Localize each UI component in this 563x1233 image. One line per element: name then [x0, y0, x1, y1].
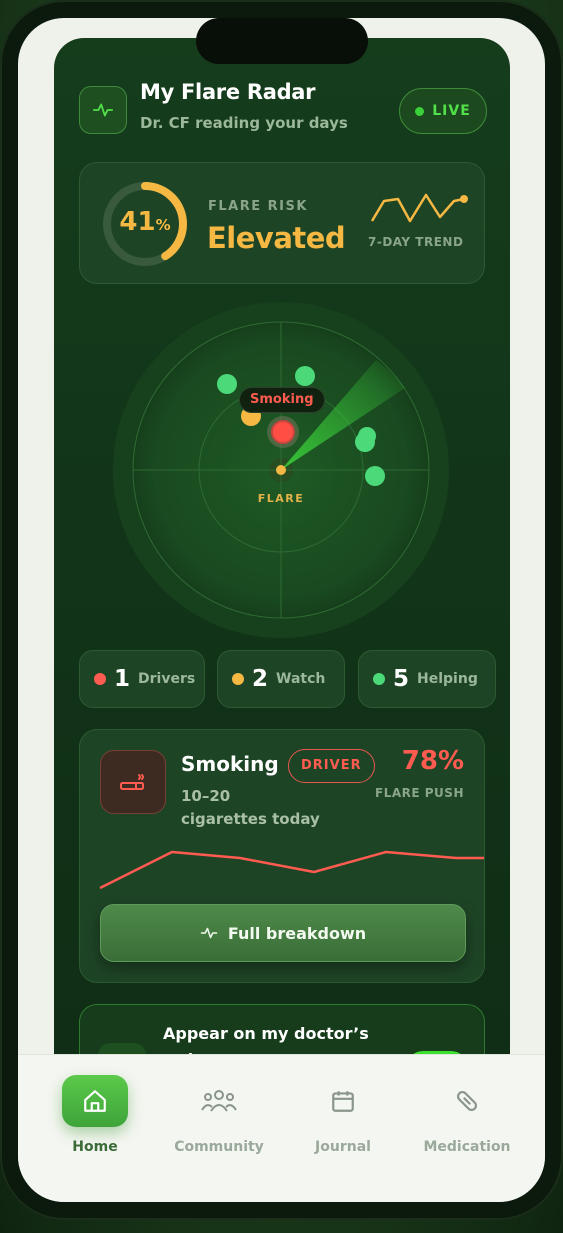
helping-point [358, 427, 376, 445]
trend-label: 7-DAY TREND [368, 235, 464, 249]
pill-icon [434, 1075, 500, 1127]
nav-label: Journal [315, 1139, 371, 1155]
full-breakdown-button[interactable]: Full breakdown [100, 904, 466, 962]
risk-level: Elevated [207, 221, 346, 255]
nav-label: Community [174, 1139, 264, 1155]
stat-label: Drivers [138, 671, 196, 687]
helping-dot-icon [373, 673, 385, 685]
stat-label: Helping [417, 671, 478, 687]
phone-notch [196, 18, 368, 64]
stat-count: 1 [114, 666, 131, 692]
screen: My Flare Radar Dr. CF reading your days … [18, 18, 545, 1202]
driver-percent-label: FLARE PUSH [375, 786, 464, 800]
pulse-icon[interactable] [79, 86, 127, 134]
live-label: LIVE [432, 103, 471, 119]
driver-point [271, 420, 295, 444]
full-breakdown-label: Full breakdown [227, 923, 367, 943]
flare-risk-card[interactable]: 41% FLARE RISK Elevated 7-DAY TREND [79, 162, 485, 284]
nav-label: Home [72, 1139, 118, 1155]
live-dot-icon [415, 106, 425, 116]
stat-helping[interactable]: 5 Helping [358, 650, 496, 708]
bottom-nav: Home Community Journal Medication [18, 1054, 545, 1202]
flare-radar[interactable] [111, 300, 451, 640]
live-badge[interactable]: LIVE [399, 88, 487, 134]
cigarette-icon [100, 750, 166, 814]
driver-card[interactable]: Smoking DRIVER 10–20 cigarettes today 78… [79, 729, 485, 983]
stat-drivers[interactable]: 1 Drivers [79, 650, 205, 708]
stat-count: 2 [252, 666, 269, 692]
helping-point [217, 374, 237, 394]
radar-center-label: FLARE [257, 492, 305, 505]
calendar-icon [310, 1075, 376, 1127]
stat-label: Watch [276, 671, 326, 687]
trend-sparkline [370, 193, 468, 223]
nav-label: Medication [423, 1139, 511, 1155]
driver-percent: 78% [401, 746, 464, 776]
helping-point [295, 366, 315, 386]
driver-detail-amount: 10–20 [181, 787, 231, 805]
page-title: My Flare Radar [140, 80, 316, 104]
community-icon [186, 1075, 252, 1127]
risk-label: FLARE RISK [208, 199, 308, 214]
stat-count: 5 [393, 666, 410, 692]
risk-percentage: 41% [119, 207, 171, 237]
driver-sparkline [99, 850, 484, 890]
pulse-icon [200, 927, 218, 939]
flare-center-point [276, 465, 286, 475]
driver-dot-icon [94, 673, 106, 685]
driver-detail-unit: cigarettes today [181, 810, 320, 828]
driver-name: Smoking [181, 752, 279, 776]
radar-selected-tag[interactable]: Smoking [239, 387, 325, 413]
home-icon [62, 1075, 128, 1127]
helping-point [365, 466, 385, 486]
watch-dot-icon [232, 673, 244, 685]
app-panel: My Flare Radar Dr. CF reading your days … [54, 38, 510, 1138]
stat-watch[interactable]: 2 Watch [217, 650, 345, 708]
driver-badge: DRIVER [288, 749, 375, 783]
page-subtitle: Dr. CF reading your days [140, 114, 348, 132]
